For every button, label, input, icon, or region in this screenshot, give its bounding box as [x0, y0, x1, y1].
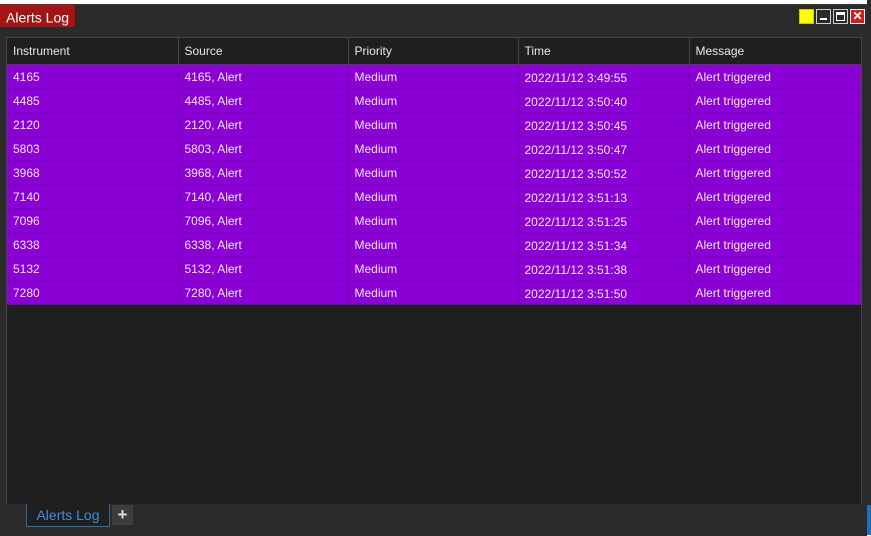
- cell-priority: Medium: [348, 136, 519, 161]
- cell-source: 5132, Alert: [178, 256, 349, 281]
- cell-message: Alert triggered: [689, 112, 861, 137]
- column-header-instrument[interactable]: Instrument: [7, 38, 179, 65]
- close-icon[interactable]: ✕: [850, 9, 865, 24]
- cell-instrument: 6338: [7, 232, 179, 257]
- alerts-log-window: Alerts Log ✕ Instrument Source Priority …: [0, 4, 867, 536]
- cell-time: 2022/11/12 3:50:47: [518, 136, 690, 161]
- cell-source: 2120, Alert: [178, 112, 349, 137]
- cell-priority: Medium: [348, 64, 519, 89]
- cell-source: 7280, Alert: [178, 280, 349, 305]
- table-row[interactable]: 5803 5803, Alert Medium 2022/11/12 3:50:47 A…: [7, 136, 861, 161]
- cell-time: 2022/11/12 3:49:55: [518, 64, 690, 89]
- add-tab-button[interactable]: +: [112, 505, 133, 525]
- cell-time: 2022/11/12 3:51:50: [518, 280, 690, 305]
- tab-alerts-log[interactable]: Alerts Log: [26, 504, 110, 527]
- table-row[interactable]: 3968 3968, Alert Medium 2022/11/12 3:50:52 A…: [7, 160, 861, 185]
- alerts-table: Instrument Source Priority Time Message …: [7, 38, 861, 305]
- table-row[interactable]: 7280 7280, Alert Medium 2022/11/12 3:51:50 A…: [7, 280, 861, 305]
- cell-instrument: 7096: [7, 208, 179, 233]
- cell-priority: Medium: [348, 160, 519, 185]
- cell-priority: Medium: [348, 256, 519, 281]
- window-title: Alerts Log: [6, 9, 70, 26]
- cell-priority: Medium: [348, 184, 519, 209]
- cell-priority: Medium: [348, 280, 519, 305]
- column-header-source[interactable]: Source: [178, 38, 349, 65]
- cell-message: Alert triggered: [689, 280, 861, 305]
- minimize-icon[interactable]: [816, 9, 831, 24]
- cell-time: 2022/11/12 3:51:34: [518, 232, 690, 257]
- right-edge-accent: [867, 505, 871, 535]
- cell-time: 2022/11/12 3:51:38: [518, 256, 690, 281]
- cell-time: 2022/11/12 3:50:45: [518, 112, 690, 137]
- header-row: Instrument Source Priority Time Message: [7, 38, 861, 65]
- cell-source: 7096, Alert: [178, 208, 349, 233]
- alerts-grid[interactable]: Instrument Source Priority Time Message …: [6, 37, 862, 506]
- cell-message: Alert triggered: [689, 136, 861, 161]
- cell-instrument: 5132: [7, 256, 179, 281]
- cell-instrument: 7280: [7, 280, 179, 305]
- cell-message: Alert triggered: [689, 184, 861, 209]
- cell-time: 2022/11/12 3:51:13: [518, 184, 690, 209]
- column-header-time[interactable]: Time: [518, 38, 690, 65]
- cell-instrument: 3968: [7, 160, 179, 185]
- cell-source: 5803, Alert: [178, 136, 349, 161]
- cell-source: 3968, Alert: [178, 160, 349, 185]
- cell-time: 2022/11/12 3:51:25: [518, 208, 690, 233]
- table-row[interactable]: 4485 4485, Alert Medium 2022/11/12 3:50:40 A…: [7, 88, 861, 113]
- table-body: 4165 4165, Alert Medium 2022/11/12 3:49:55 A…: [7, 64, 861, 305]
- column-header-message[interactable]: Message: [689, 38, 861, 65]
- window-controls: ✕: [799, 9, 865, 25]
- cell-source: 4165, Alert: [178, 64, 349, 89]
- cell-priority: Medium: [348, 112, 519, 137]
- cell-source: 6338, Alert: [178, 232, 349, 257]
- cell-instrument: 4485: [7, 88, 179, 113]
- cell-priority: Medium: [348, 208, 519, 233]
- cell-priority: Medium: [348, 232, 519, 257]
- bottom-tab-strip: Alerts Log +: [0, 504, 867, 536]
- color-link-swatch-icon[interactable]: [799, 9, 814, 24]
- cell-instrument: 4165: [7, 64, 179, 89]
- table-row[interactable]: 5132 5132, Alert Medium 2022/11/12 3:51:38 A…: [7, 256, 861, 281]
- table-row[interactable]: 7096 7096, Alert Medium 2022/11/12 3:51:25 A…: [7, 208, 861, 233]
- cell-source: 4485, Alert: [178, 88, 349, 113]
- cell-message: Alert triggered: [689, 208, 861, 233]
- cell-instrument: 7140: [7, 184, 179, 209]
- table-row[interactable]: 2120 2120, Alert Medium 2022/11/12 3:50:45 A…: [7, 112, 861, 137]
- right-edge-strip: [867, 0, 871, 535]
- cell-time: 2022/11/12 3:50:40: [518, 88, 690, 113]
- cell-instrument: 2120: [7, 112, 179, 137]
- cell-message: Alert triggered: [689, 88, 861, 113]
- cell-priority: Medium: [348, 88, 519, 113]
- cell-message: Alert triggered: [689, 256, 861, 281]
- cell-message: Alert triggered: [689, 160, 861, 185]
- column-header-priority[interactable]: Priority: [348, 38, 519, 65]
- table-row[interactable]: 6338 6338, Alert Medium 2022/11/12 3:51:34 A…: [7, 232, 861, 257]
- cell-time: 2022/11/12 3:50:52: [518, 160, 690, 185]
- cell-instrument: 5803: [7, 136, 179, 161]
- window-title-tab[interactable]: Alerts Log: [0, 5, 77, 27]
- table-row[interactable]: 7140 7140, Alert Medium 2022/11/12 3:51:13 A…: [7, 184, 861, 209]
- cell-message: Alert triggered: [689, 232, 861, 257]
- cell-source: 7140, Alert: [178, 184, 349, 209]
- maximize-icon[interactable]: [833, 9, 848, 24]
- title-bar[interactable]: Alerts Log ✕: [0, 5, 867, 28]
- cell-message: Alert triggered: [689, 64, 861, 89]
- table-row[interactable]: 4165 4165, Alert Medium 2022/11/12 3:49:55 A…: [7, 64, 861, 89]
